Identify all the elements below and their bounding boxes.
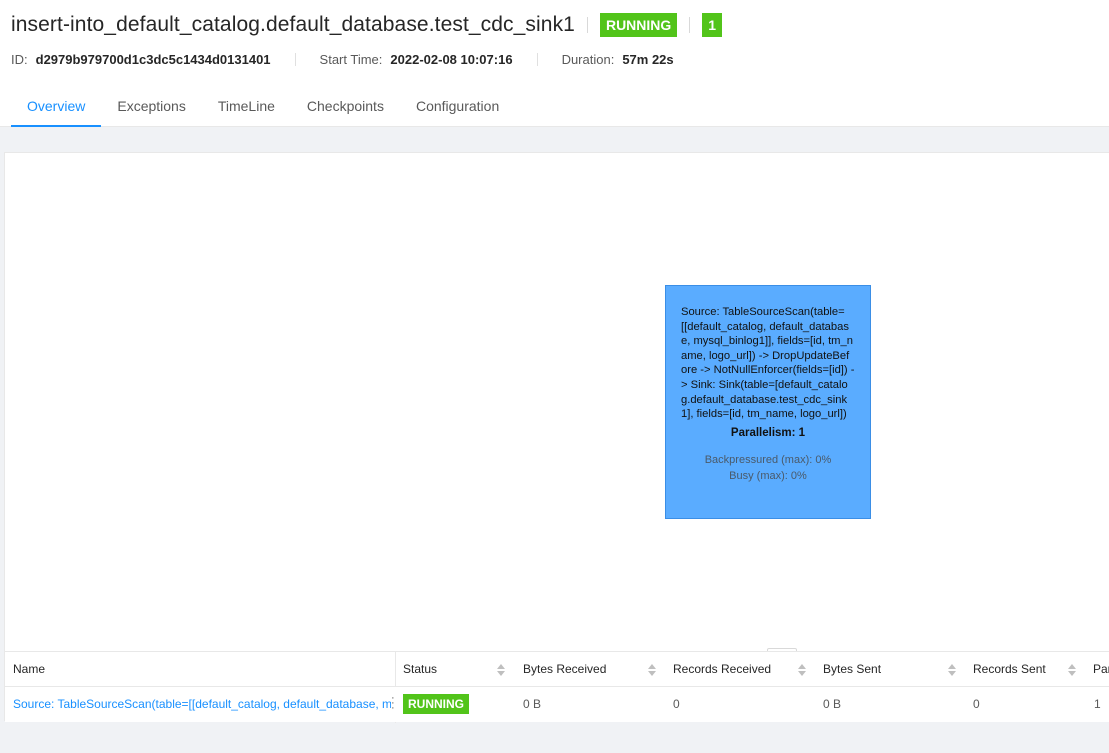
vertex-status-badge: RUNNING bbox=[403, 694, 469, 714]
duration: 57m 22s bbox=[622, 52, 674, 67]
records-sent-cell: 0 bbox=[973, 697, 980, 711]
operator-metrics: Backpressured (max): 0% Busy (max): 0% bbox=[681, 452, 855, 484]
sort-icon[interactable] bbox=[1068, 664, 1076, 676]
job-id: d2979b979700d1c3dc5c1434d0131401 bbox=[35, 52, 271, 67]
sort-icon[interactable] bbox=[648, 664, 656, 676]
operator-parallelism: Parallelism: 1 bbox=[730, 426, 806, 439]
column-header-records-received[interactable]: Records Received bbox=[673, 652, 771, 687]
table-row[interactable]: Source: TableSourceScan(table=[[default_… bbox=[5, 687, 1109, 722]
records-received-cell: 0 bbox=[673, 697, 680, 711]
sort-icon[interactable] bbox=[948, 664, 956, 676]
operator-node[interactable]: Source: TableSourceScan(table=[[default_… bbox=[665, 285, 871, 519]
divider bbox=[689, 17, 691, 33]
sort-icon[interactable] bbox=[497, 664, 505, 676]
table-header: Name Status Bytes Received Records Recei… bbox=[5, 651, 1109, 723]
divider bbox=[586, 17, 588, 33]
job-tabs: Overview Exceptions TimeLine Checkpoints… bbox=[11, 87, 515, 127]
tab-checkpoints[interactable]: Checkpoints bbox=[291, 87, 400, 127]
duration-label: Duration: bbox=[561, 52, 615, 67]
column-resize-grip-icon[interactable]: · · · bbox=[391, 693, 397, 714]
column-header-name[interactable]: Name bbox=[13, 652, 45, 687]
column-header-records-sent[interactable]: Records Sent bbox=[973, 652, 1046, 687]
sort-icon[interactable] bbox=[798, 664, 806, 676]
job-header: insert-into_default_catalog.default_data… bbox=[0, 0, 1109, 127]
column-header-bytes-received[interactable]: Bytes Received bbox=[523, 652, 606, 687]
title-row: insert-into_default_catalog.default_data… bbox=[11, 10, 723, 40]
tab-timeline[interactable]: TimeLine bbox=[202, 87, 291, 127]
start-time: 2022-02-08 10:07:16 bbox=[390, 52, 513, 67]
overview-panel: Source: TableSourceScan(table=[[default_… bbox=[4, 152, 1109, 723]
backpressured-metric: Backpressured (max): 0% bbox=[704, 454, 832, 467]
tab-exceptions[interactable]: Exceptions bbox=[101, 87, 201, 127]
bytes-received-cell: 0 B bbox=[523, 697, 542, 711]
start-time-label: Start Time: bbox=[319, 52, 383, 67]
vertex-table: Name Status Bytes Received Records Recei… bbox=[5, 651, 1109, 723]
divider bbox=[536, 53, 538, 66]
busy-metric: Busy (max): 0% bbox=[729, 470, 807, 483]
divider bbox=[294, 53, 296, 66]
tab-overview[interactable]: Overview bbox=[11, 87, 102, 127]
id-label: ID: bbox=[11, 52, 28, 67]
column-header-parallelism[interactable]: Par bbox=[1093, 652, 1109, 687]
parallelism-cell: 1 bbox=[1094, 697, 1101, 711]
task-count-badge: 1 bbox=[702, 13, 723, 37]
column-header-bytes-sent[interactable]: Bytes Sent bbox=[823, 652, 881, 687]
job-meta: ID: d2979b979700d1c3dc5c1434d0131401 Sta… bbox=[11, 52, 674, 67]
column-header-status[interactable]: Status bbox=[403, 652, 437, 687]
tab-configuration[interactable]: Configuration bbox=[400, 87, 515, 127]
bytes-sent-cell: 0 B bbox=[823, 697, 842, 711]
operator-description: Source: TableSourceScan(table=[[default_… bbox=[681, 306, 855, 421]
job-title: insert-into_default_catalog.default_data… bbox=[11, 13, 575, 36]
job-status-badge: RUNNING bbox=[599, 13, 678, 37]
vertex-name-link[interactable]: Source: TableSourceScan(table=[[default_… bbox=[13, 687, 391, 722]
job-graph[interactable]: Source: TableSourceScan(table=[[default_… bbox=[5, 153, 1109, 651]
